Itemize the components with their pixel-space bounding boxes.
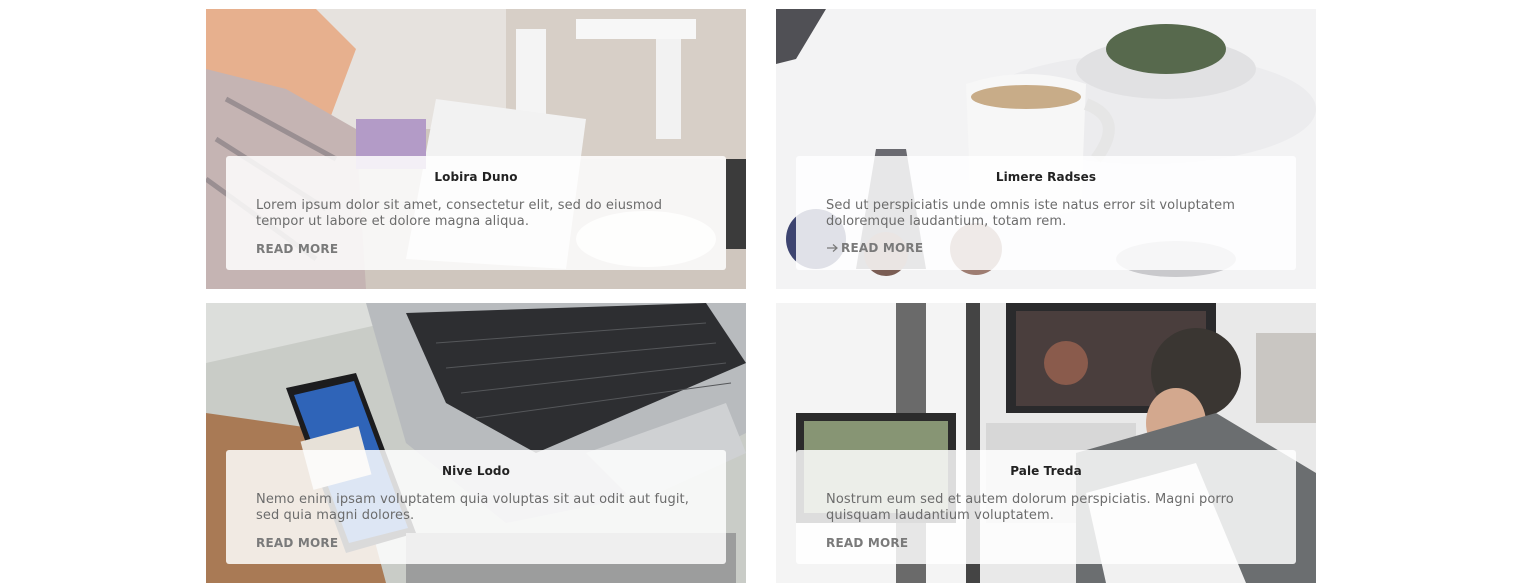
read-more-label: READ MORE: [256, 536, 339, 550]
card-content-panel: Nive Lodo Nemo enim ipsam voluptatem qui…: [226, 450, 726, 564]
read-more-link[interactable]: READ MORE: [256, 241, 338, 257]
card-content-panel: Pale Treda Nostrum eum sed et autem dolo…: [796, 450, 1296, 564]
card-title: Nive Lodo: [442, 464, 510, 478]
read-more-label: READ MORE: [826, 536, 909, 550]
card-excerpt: Nemo enim ipsam voluptatem quia voluptas…: [256, 492, 689, 523]
card-content-panel: Lobira Duno Lorem ipsum dolor sit amet, …: [226, 156, 726, 270]
read-more-label: READ MORE: [256, 242, 339, 256]
read-more-link[interactable]: READ MORE: [256, 535, 338, 551]
blog-card[interactable]: Limere Radses Sed ut perspiciatis unde o…: [776, 9, 1316, 289]
card-title: Pale Treda: [1010, 464, 1082, 478]
blog-card-grid: Lobira Duno Lorem ipsum dolor sit amet, …: [206, 9, 1316, 583]
blog-card[interactable]: Pale Treda Nostrum eum sed et autem dolo…: [776, 303, 1316, 583]
read-more-label: READ MORE: [841, 241, 924, 255]
read-more-link[interactable]: READ MORE: [826, 240, 923, 256]
read-more-link[interactable]: READ MORE: [826, 535, 908, 551]
card-content-panel: Limere Radses Sed ut perspiciatis unde o…: [796, 156, 1296, 270]
blog-card[interactable]: Nive Lodo Nemo enim ipsam voluptatem qui…: [206, 303, 746, 583]
arrow-right-icon: [827, 244, 838, 252]
card-excerpt: Lorem ipsum dolor sit amet, consectetur …: [256, 198, 663, 229]
card-title: Lobira Duno: [434, 170, 518, 184]
card-excerpt: Sed ut perspiciatis unde omnis iste natu…: [826, 198, 1235, 229]
card-excerpt: Nostrum eum sed et autem dolorum perspic…: [826, 492, 1234, 523]
blog-card[interactable]: Lobira Duno Lorem ipsum dolor sit amet, …: [206, 9, 746, 289]
card-title: Limere Radses: [995, 170, 1097, 184]
